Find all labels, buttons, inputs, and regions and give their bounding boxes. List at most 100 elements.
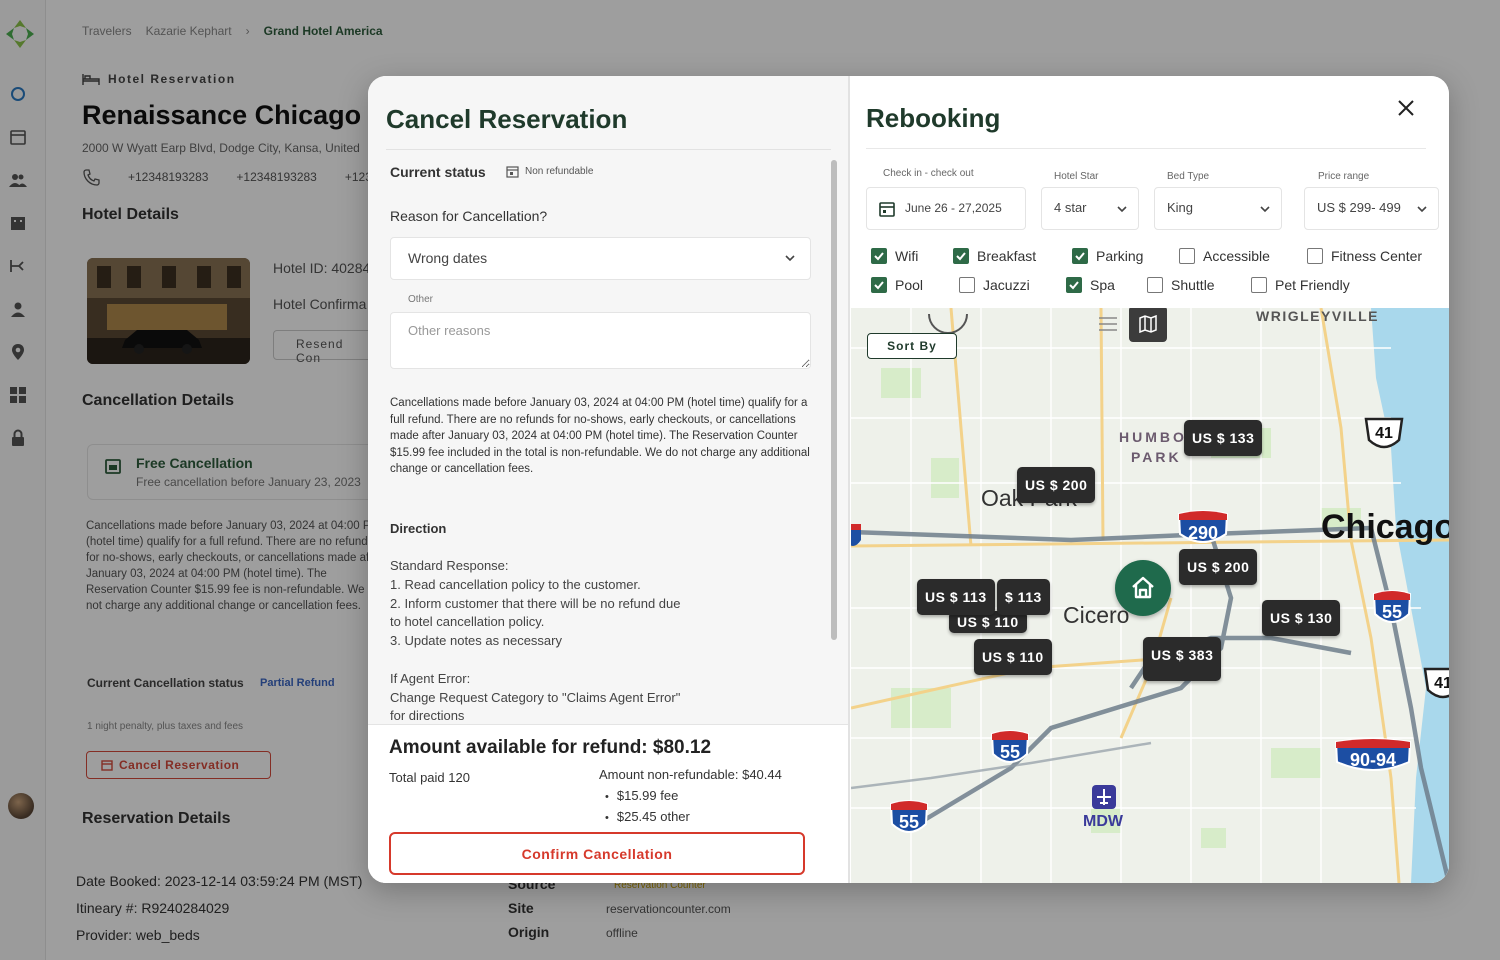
checkbox[interactable] xyxy=(871,248,887,264)
price-marker[interactable]: US $ 110 xyxy=(974,639,1052,675)
refund-summary: Amount available for refund: $80.12 Tota… xyxy=(368,724,848,883)
close-button[interactable] xyxy=(1393,95,1419,121)
home-icon xyxy=(1132,576,1154,599)
price-range-value: US $ 299- 499 xyxy=(1317,200,1401,215)
bed-type-value: King xyxy=(1167,200,1194,215)
amenity-label: Breakfast xyxy=(977,248,1037,264)
check-icon xyxy=(956,252,966,261)
total-paid: Total paid 120 xyxy=(389,770,470,785)
cancel-title: Cancel Reservation xyxy=(386,104,628,134)
cancellation-policy-text: Cancellations made before January 03, 20… xyxy=(390,397,810,475)
amenity-wifi[interactable]: Wifi xyxy=(871,248,918,264)
hotel-map[interactable]: 41 290 55 55 55 90-94 41 WRIGLEYVILLE HU… xyxy=(851,308,1449,883)
direction-label: Direction xyxy=(390,521,447,536)
amenity-breakfast[interactable]: Breakfast xyxy=(953,248,1036,264)
amenity-jacuzzi[interactable]: Jacuzzi xyxy=(959,277,1030,293)
amenity-label: Jacuzzi xyxy=(983,277,1030,293)
checkbox[interactable] xyxy=(1072,248,1088,264)
amenity-fitness-center[interactable]: Fitness Center xyxy=(1307,248,1422,264)
scrollbar-thumb[interactable] xyxy=(831,160,837,640)
amenity-label: Parking xyxy=(1096,248,1144,264)
non-refundable-list: $15.99 fee $25.45 other xyxy=(605,786,690,828)
checkbox[interactable] xyxy=(1147,277,1163,293)
amenity-shuttle[interactable]: Shuttle xyxy=(1147,277,1215,293)
direction-body: Standard Response: 1. Read cancellation … xyxy=(390,557,690,726)
price-marker[interactable]: US $ 130 xyxy=(1262,600,1341,636)
other-label: Other xyxy=(408,294,434,305)
close-icon xyxy=(1398,100,1414,116)
checkbox[interactable] xyxy=(1066,277,1082,293)
amenity-pet-friendly[interactable]: Pet Friendly xyxy=(1251,277,1350,293)
checkbox[interactable] xyxy=(1179,248,1195,264)
dates-label: Check in - check out xyxy=(883,168,974,179)
rebooking-panel: Rebooking Check in - check out June 26 -… xyxy=(851,76,1449,883)
check-icon xyxy=(1075,252,1085,261)
chevron-down-icon xyxy=(1117,206,1127,213)
interstate-shield-icon: 55 xyxy=(889,800,929,833)
amenity-parking[interactable]: Parking xyxy=(1072,248,1143,264)
interstate-shield-icon: 55 xyxy=(990,730,1030,763)
price-marker[interactable]: US $ 113 xyxy=(917,579,995,615)
refund-amount: Amount available for refund: $80.12 xyxy=(389,737,712,758)
map-label-mdw: MDW xyxy=(1083,813,1123,830)
price-range-select[interactable]: US $ 299- 499 xyxy=(1304,187,1439,230)
interstate-shield-icon: 290 xyxy=(1177,510,1229,543)
bed-type-select[interactable]: King xyxy=(1154,187,1282,230)
amenity-label: Pool xyxy=(895,277,924,293)
non-refundable-amount: Amount non-refundable: $40.44 xyxy=(599,767,782,782)
hotel-star-select[interactable]: 4 star xyxy=(1041,187,1139,230)
amenity-label: Fitness Center xyxy=(1331,248,1423,264)
checkbox[interactable] xyxy=(871,277,887,293)
amenity-label: Accessible xyxy=(1203,248,1270,264)
checkbox[interactable] xyxy=(1251,277,1267,293)
checkbox[interactable] xyxy=(959,277,975,293)
price-marker[interactable]: US $ 200 xyxy=(1017,467,1096,503)
current-hotel-marker[interactable] xyxy=(1115,560,1171,616)
cancel-rebook-modal: Cancel Reservation Current status Non re… xyxy=(368,76,1449,883)
amenity-accessible[interactable]: Accessible xyxy=(1179,248,1270,264)
direction-line: 1. Read cancellation policy to the custo… xyxy=(390,577,641,592)
cancel-panel: Cancel Reservation Current status Non re… xyxy=(368,76,850,883)
map-label-wrigleyville: WRIGLEYVILLE xyxy=(1256,308,1379,324)
amenity-label: Wifi xyxy=(895,248,919,264)
map-view-button[interactable] xyxy=(1129,308,1167,342)
price-marker[interactable]: US $ 383 xyxy=(1143,637,1222,681)
price-marker[interactable]: US $ 133 xyxy=(1184,420,1263,456)
agent-error-line: Change Request Category to "Claims Agent… xyxy=(390,690,681,723)
chevron-down-icon xyxy=(1417,206,1427,213)
divider xyxy=(866,148,1426,149)
amenity-label: Spa xyxy=(1090,277,1115,293)
price-marker[interactable]: $ 113 xyxy=(997,579,1050,615)
reason-label: Reason for Cancellation? xyxy=(390,208,548,224)
date-range-value: June 26 - 27,2025 xyxy=(905,201,1002,215)
divider xyxy=(386,149,831,150)
sort-by-button[interactable]: Sort By xyxy=(867,333,957,359)
highway-shield-icon: 41 xyxy=(1423,667,1449,699)
checkbox[interactable] xyxy=(1307,248,1323,264)
map-label-park: PARK xyxy=(1131,449,1182,465)
price-range-label: Price range xyxy=(1318,171,1370,182)
checkbox[interactable] xyxy=(953,248,969,264)
amenity-label: Pet Friendly xyxy=(1275,277,1350,293)
check-icon xyxy=(874,252,884,261)
other-reasons-input[interactable] xyxy=(390,312,811,369)
shield-label: 55 xyxy=(899,812,919,832)
bed-type-label: Bed Type xyxy=(1167,171,1210,182)
amenity-pool[interactable]: Pool xyxy=(871,277,923,293)
agent-error-line: If Agent Error: xyxy=(390,671,471,686)
price-marker[interactable]: US $ 200 xyxy=(1179,549,1258,585)
amenity-label: Shuttle xyxy=(1171,277,1215,293)
confirm-cancellation-button[interactable]: Confirm Cancellation xyxy=(389,832,805,875)
date-range-picker[interactable]: June 26 - 27,2025 xyxy=(866,187,1026,230)
reason-select[interactable]: Wrong dates xyxy=(390,237,811,280)
check-icon xyxy=(1069,281,1079,290)
hotel-star-value: 4 star xyxy=(1054,200,1087,215)
shield-label: 55 xyxy=(1382,602,1402,622)
list-item: $25.45 other xyxy=(605,807,690,828)
hotel-star-label: Hotel Star xyxy=(1054,171,1099,182)
list-view-button[interactable] xyxy=(1096,312,1120,336)
shield-label: 290 xyxy=(1188,523,1218,543)
check-icon xyxy=(874,281,884,290)
amenity-spa[interactable]: Spa xyxy=(1066,277,1115,293)
direction-line: Standard Response: xyxy=(390,558,509,573)
